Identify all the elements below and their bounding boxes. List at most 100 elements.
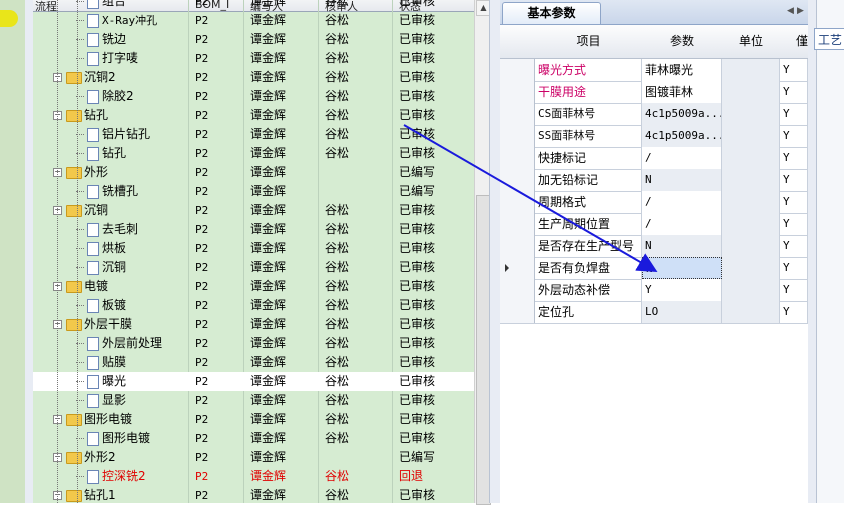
param-value-cell[interactable]: N: [642, 257, 722, 279]
tree-scrollbar[interactable]: ▲: [474, 0, 491, 505]
param-flag-cell[interactable]: Y: [780, 279, 808, 301]
param-flag-cell[interactable]: Y: [780, 191, 808, 213]
param-row[interactable]: 曝光方式 菲林曝光 Y: [500, 59, 808, 82]
param-value-cell[interactable]: 4c1p5009a...: [642, 103, 722, 125]
tab-basic-params[interactable]: 基本参数: [502, 2, 601, 24]
tree-row[interactable]: 除胶2 P2 谭金辉 谷松 已审核: [33, 87, 474, 106]
status-cell: 已审核: [399, 355, 436, 369]
param-value-cell[interactable]: 图镀菲林: [642, 81, 722, 103]
param-unit-cell[interactable]: [722, 213, 780, 235]
param-row[interactable]: 是否存在生产型号 N Y: [500, 235, 808, 258]
row-indicator[interactable]: [500, 257, 535, 279]
row-indicator[interactable]: [500, 125, 535, 147]
row-indicator[interactable]: [500, 169, 535, 191]
param-row[interactable]: SS面菲林号 4c1p5009a... Y: [500, 125, 808, 148]
tree-row[interactable]: 铝片钻孔 P2 谭金辉 谷松 已审核: [33, 125, 474, 144]
row-indicator[interactable]: [500, 59, 535, 81]
param-row[interactable]: 定位孔 LO Y: [500, 301, 808, 324]
param-flag-cell[interactable]: Y: [780, 301, 808, 323]
param-flag-cell[interactable]: Y: [780, 147, 808, 169]
param-flag-cell[interactable]: Y: [780, 59, 808, 81]
tree-row[interactable]: 打字唛 P2 谭金辉 谷松 已审核: [33, 49, 474, 68]
tree-row[interactable]: − 沉铜2 P2 谭金辉 谷松 已审核: [33, 68, 474, 87]
param-value-cell[interactable]: 4c1p5009a...: [642, 125, 722, 147]
param-row[interactable]: 外层动态补偿 Y Y: [500, 279, 808, 302]
param-row[interactable]: 快捷标记 / Y: [500, 147, 808, 170]
tree-row[interactable]: 板镀 P2 谭金辉 谷松 已审核: [33, 296, 474, 315]
param-unit-cell[interactable]: [722, 59, 780, 81]
param-item-cell: SS面菲林号: [535, 125, 642, 147]
tree-row[interactable]: − 图形电镀 P2 谭金辉 谷松 已审核: [33, 410, 474, 429]
param-flag-cell[interactable]: Y: [780, 235, 808, 257]
tree-row[interactable]: 显影 P2 谭金辉 谷松 已审核: [33, 391, 474, 410]
tab-scroll-left-icon[interactable]: ◀: [787, 6, 795, 16]
bom-cell: P2: [195, 356, 209, 369]
param-value-cell[interactable]: /: [642, 191, 722, 213]
row-indicator[interactable]: [500, 213, 535, 235]
tree-row[interactable]: 铣槽孔 P2 谭金辉 已编写: [33, 182, 474, 201]
param-value-cell[interactable]: /: [642, 213, 722, 235]
param-flag-cell[interactable]: Y: [780, 125, 808, 147]
row-indicator[interactable]: [500, 191, 535, 213]
param-unit-cell[interactable]: [722, 81, 780, 103]
param-value-cell[interactable]: N: [642, 235, 722, 257]
param-unit-cell[interactable]: [722, 191, 780, 213]
param-row[interactable]: 生产周期位置 / Y: [500, 213, 808, 236]
param-unit-cell[interactable]: [722, 169, 780, 191]
process-name: 组合: [102, 0, 127, 8]
param-unit-cell[interactable]: [722, 103, 780, 125]
row-indicator[interactable]: [500, 103, 535, 125]
param-value-cell[interactable]: N: [642, 169, 722, 191]
tree-row[interactable]: 贴膜 P2 谭金辉 谷松 已审核: [33, 353, 474, 372]
row-indicator[interactable]: [500, 81, 535, 103]
tree-row[interactable]: − 钻孔 P2 谭金辉 谷松 已审核: [33, 106, 474, 125]
col-header-param[interactable]: 参数: [642, 25, 723, 59]
tree-row[interactable]: − 外层干膜 P2 谭金辉 谷松 已审核: [33, 315, 474, 334]
tree-row[interactable]: X-Ray冲孔 P2 谭金辉 谷松 已审核: [33, 11, 474, 30]
row-indicator[interactable]: [500, 147, 535, 169]
param-unit-cell[interactable]: [722, 257, 780, 279]
tree-row[interactable]: 外层前处理 P2 谭金辉 谷松 已审核: [33, 334, 474, 353]
param-value-cell[interactable]: LO: [642, 301, 722, 323]
col-header-item[interactable]: 项目: [535, 25, 643, 59]
tree-row[interactable]: 钻孔 P2 谭金辉 谷松 已审核: [33, 144, 474, 163]
tree-row[interactable]: 去毛刺 P2 谭金辉 谷松 已审核: [33, 220, 474, 239]
tab-process[interactable]: 工艺: [814, 28, 844, 50]
tab-scroll-right-icon[interactable]: ▶: [797, 6, 805, 16]
row-indicator[interactable]: [500, 301, 535, 323]
row-indicator[interactable]: [500, 235, 535, 257]
param-row[interactable]: 是否有负焊盘 N Y: [500, 257, 808, 280]
param-row[interactable]: 加无铅标记 N Y: [500, 169, 808, 192]
param-flag-cell[interactable]: Y: [780, 81, 808, 103]
tree-row[interactable]: − 外形2 P2 谭金辉 已编写: [33, 448, 474, 467]
param-row[interactable]: 干膜用途 图镀菲林 Y: [500, 81, 808, 104]
param-flag-cell[interactable]: Y: [780, 257, 808, 279]
param-flag-cell[interactable]: Y: [780, 169, 808, 191]
param-unit-cell[interactable]: [722, 301, 780, 323]
row-indicator[interactable]: [500, 279, 535, 301]
tree-row[interactable]: 图形电镀 P2 谭金辉 谷松 已审核: [33, 429, 474, 448]
param-value-cell[interactable]: 菲林曝光: [642, 59, 722, 81]
tree-row[interactable]: − 外形 P2 谭金辉 已编写: [33, 163, 474, 182]
tree-row[interactable]: 沉铜 P2 谭金辉 谷松 已审核: [33, 258, 474, 277]
tree-row[interactable]: 烘板 P2 谭金辉 谷松 已审核: [33, 239, 474, 258]
tree-row[interactable]: 铣边 P2 谭金辉 谷松 已审核: [33, 30, 474, 49]
param-unit-cell[interactable]: [722, 235, 780, 257]
tree-row[interactable]: − 电镀 P2 谭金辉 谷松 已审核: [33, 277, 474, 296]
param-flag-cell[interactable]: Y: [780, 213, 808, 235]
col-header-flag[interactable]: 僅: [780, 25, 809, 59]
param-row[interactable]: 周期格式 / Y: [500, 191, 808, 214]
tree-row[interactable]: 控深铣2 P2 谭金辉 谷松 回退: [33, 467, 474, 486]
tree-row[interactable]: 曝光 P2 谭金辉 谷松 已审核: [33, 372, 474, 391]
param-flag-cell[interactable]: Y: [780, 103, 808, 125]
tree-row[interactable]: − 沉铜 P2 谭金辉 谷松 已审核: [33, 201, 474, 220]
param-row[interactable]: CS面菲林号 4c1p5009a... Y: [500, 103, 808, 126]
param-unit-cell[interactable]: [722, 125, 780, 147]
param-unit-cell[interactable]: [722, 279, 780, 301]
param-value-cell[interactable]: /: [642, 147, 722, 169]
col-header-unit[interactable]: 单位: [722, 25, 781, 59]
tree-row[interactable]: 组合 P2 谭金辉 谷松 已审核: [33, 0, 474, 11]
param-value-cell[interactable]: Y: [642, 279, 722, 301]
tree-row[interactable]: − 钻孔1 P2 谭金辉 谷松 已审核: [33, 486, 474, 503]
param-unit-cell[interactable]: [722, 147, 780, 169]
